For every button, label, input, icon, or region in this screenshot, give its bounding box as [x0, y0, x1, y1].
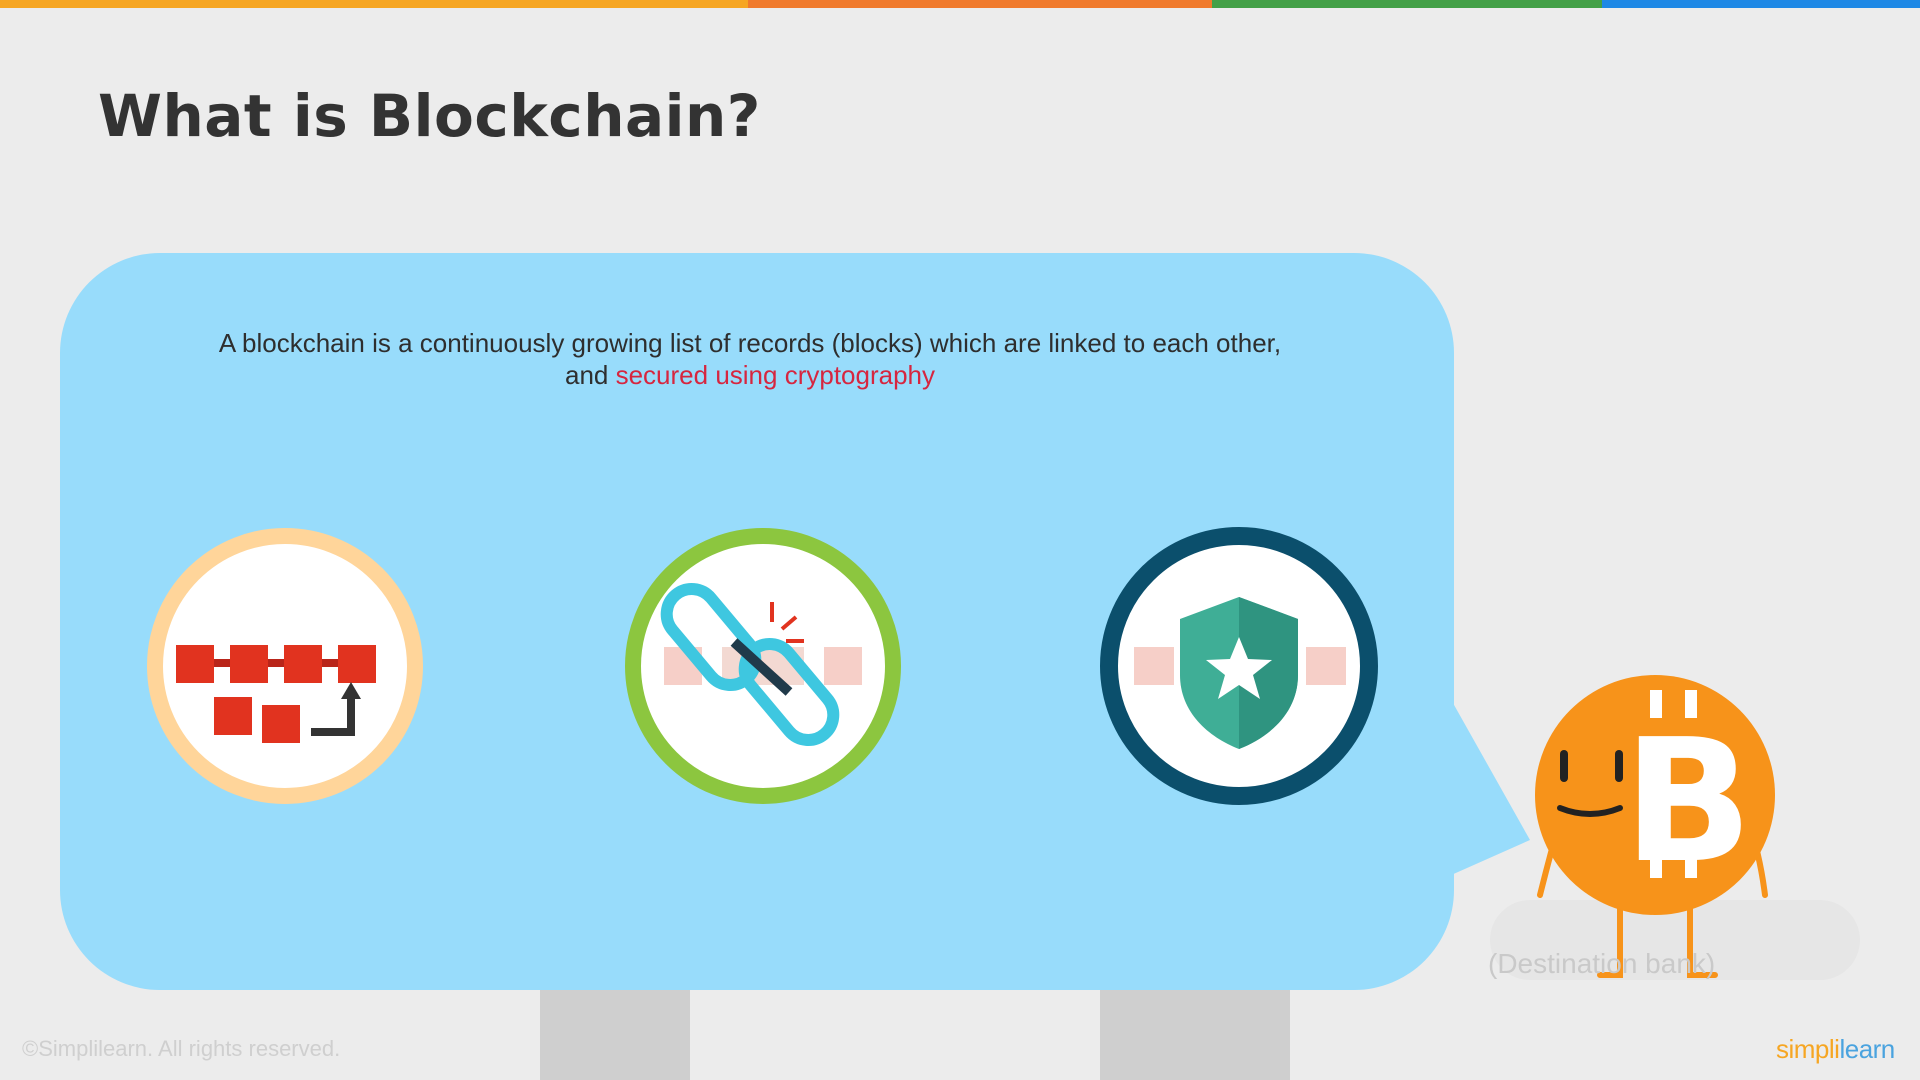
- blockchain-definition: A blockchain is a continuously growing l…: [120, 327, 1380, 391]
- definition-prefix: and: [564, 360, 616, 390]
- chain-link-icon: [625, 528, 901, 804]
- definition-line-1: A blockchain is a continuously growing l…: [218, 328, 1282, 358]
- destination-bank-label: (Destination bank): [1488, 948, 1716, 979]
- definition-highlight: secured using cryptography: [615, 360, 935, 390]
- shield-star-icon: [1100, 527, 1378, 805]
- simplilearn-logo: simplilearn: [1776, 1034, 1895, 1065]
- bitcoin-mascot-icon: B: [1535, 675, 1775, 978]
- brand-part-1: simpli: [1776, 1034, 1840, 1064]
- copyright-notice: ©Simplilearn. All rights reserved.: [22, 1036, 341, 1061]
- brand-part-2: learn: [1839, 1034, 1895, 1064]
- block-chain-icon: [147, 528, 423, 804]
